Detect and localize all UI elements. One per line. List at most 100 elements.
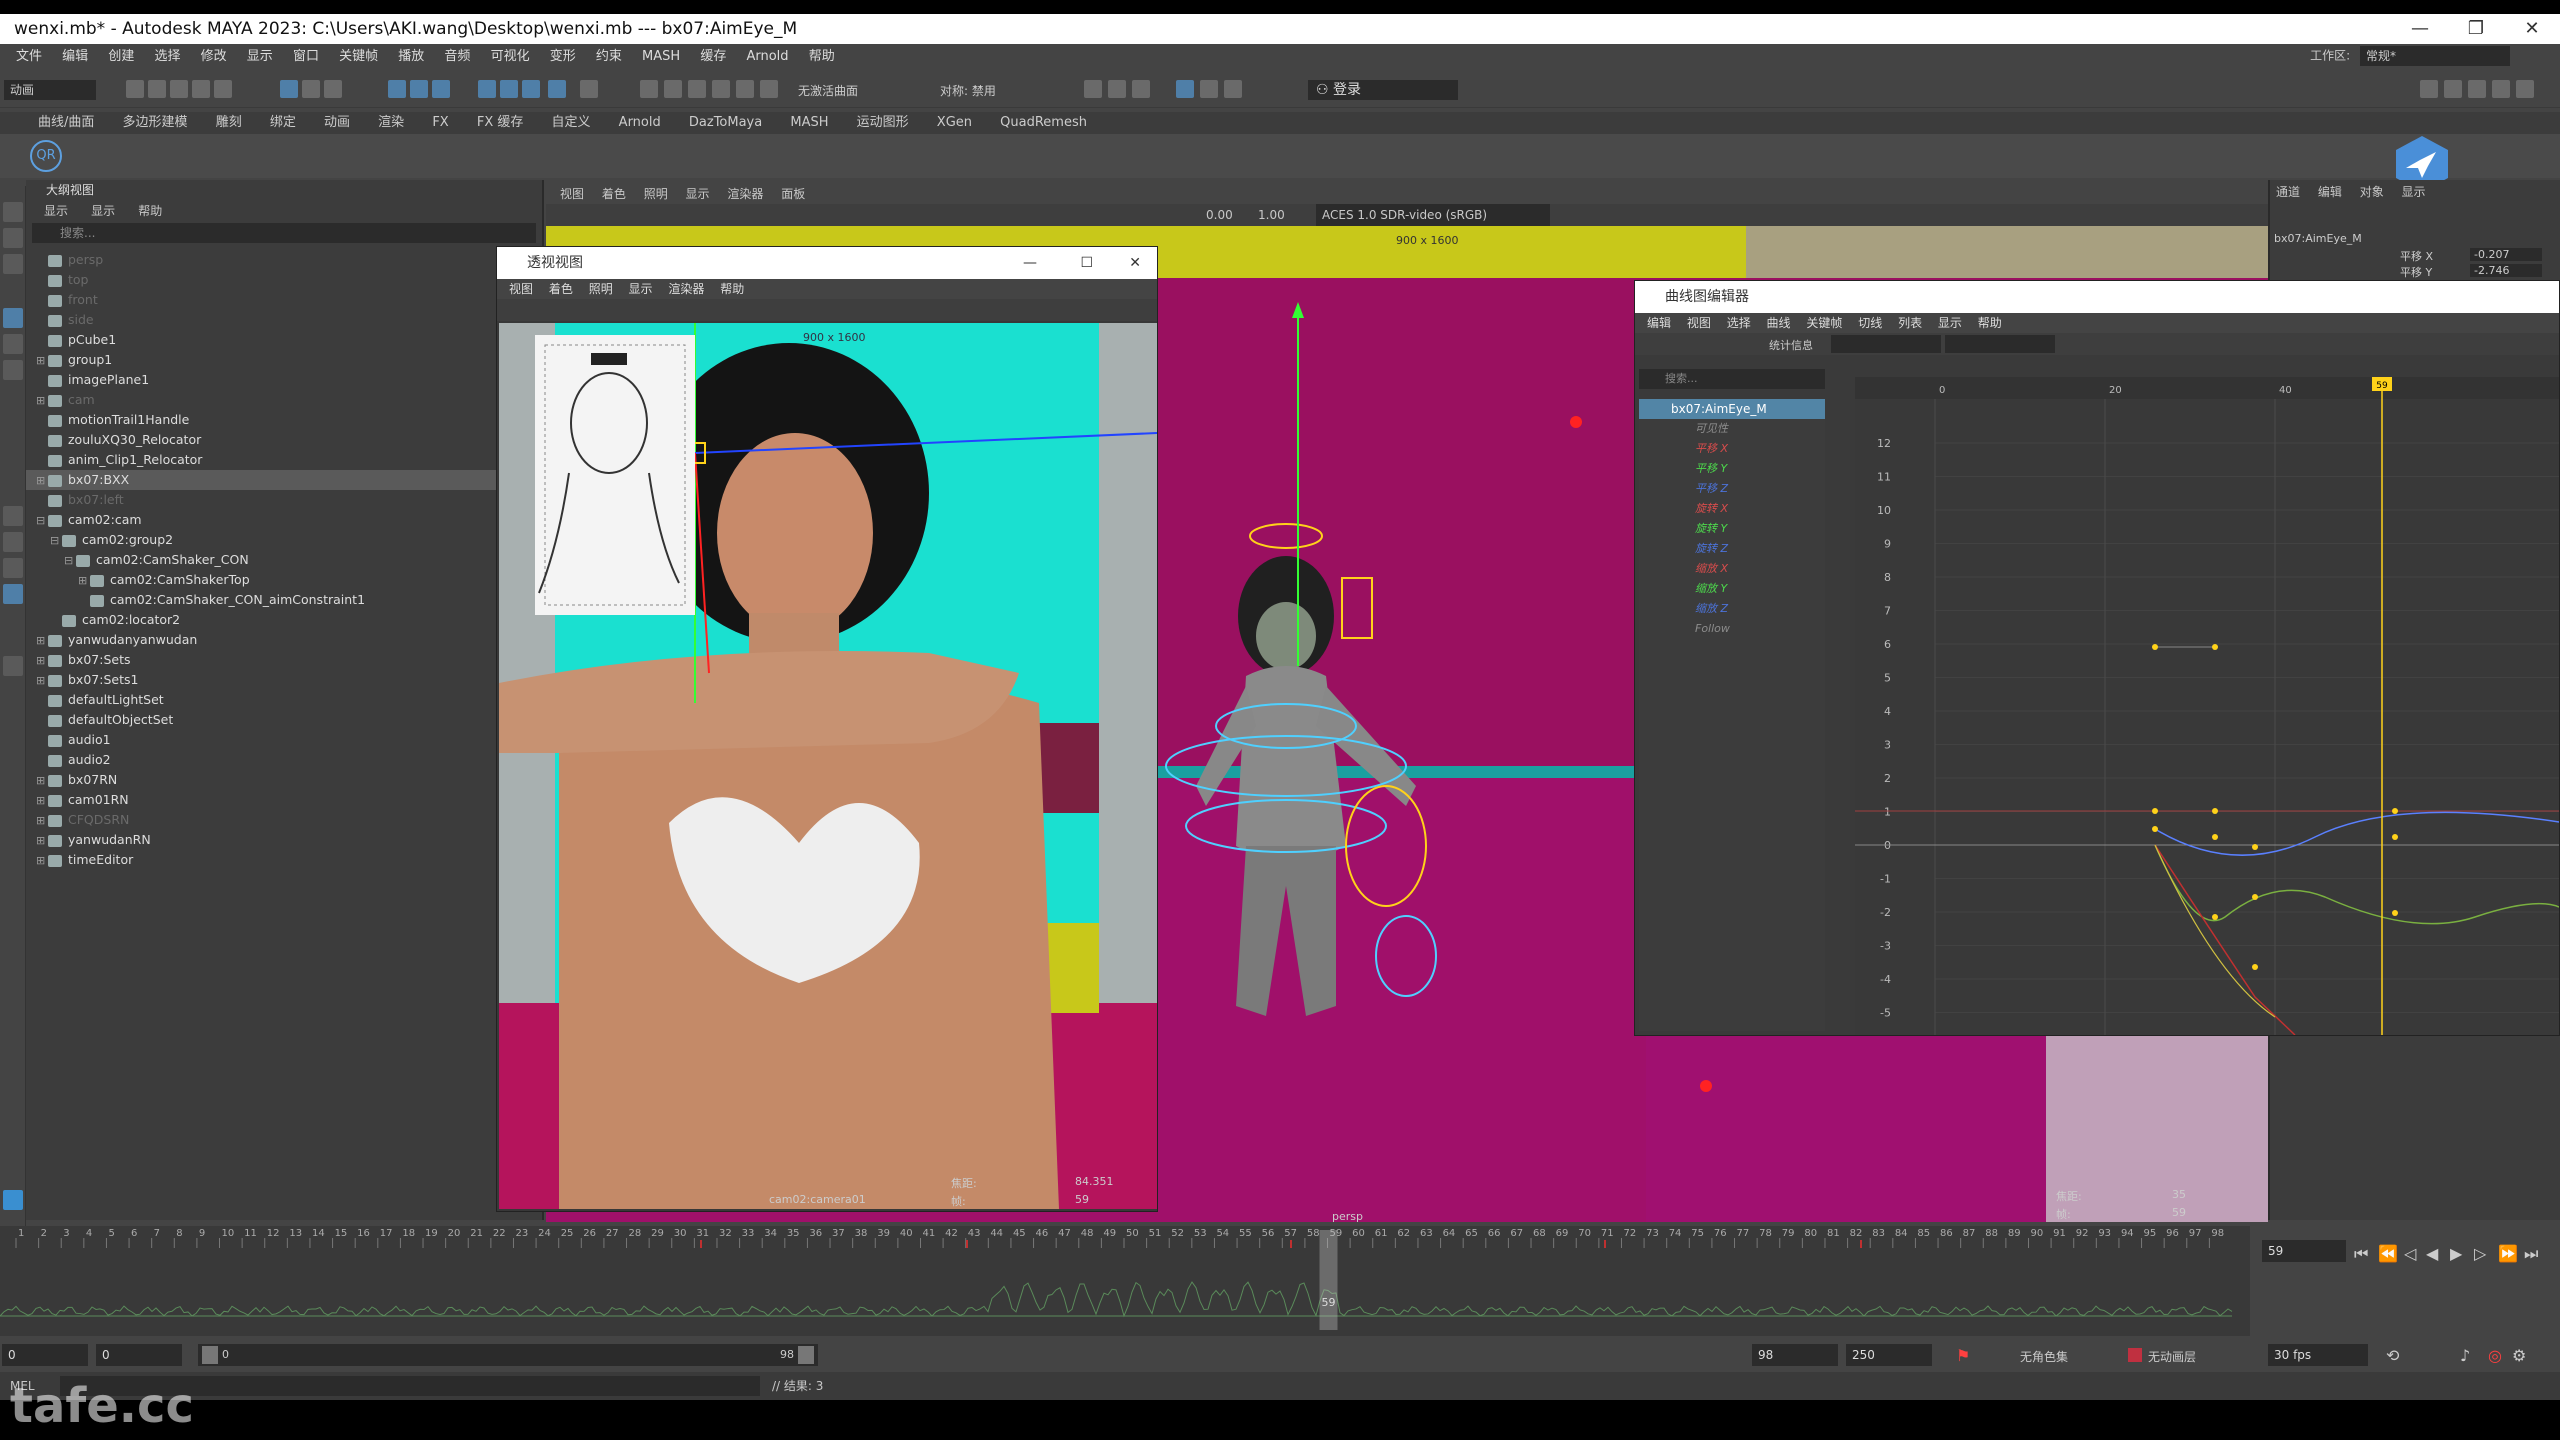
outliner-row[interactable]: ⊞ group1 [26, 350, 542, 370]
expand-icon[interactable]: ⊞ [36, 471, 48, 491]
persp-camera-view[interactable]: 900 x 1600 cam02:camera01 焦距: 84.351 帧: … [499, 323, 1157, 1209]
redo-icon[interactable] [214, 80, 232, 98]
outliner-row[interactable]: defaultLightSet [26, 690, 542, 710]
expand-icon[interactable]: ⊞ [36, 351, 48, 371]
search-tool-icon[interactable] [3, 656, 23, 676]
ge-channel-row[interactable]: 缩放 X [1639, 559, 1825, 579]
expand-icon[interactable]: ⊟ [50, 531, 62, 551]
persp-close-icon[interactable]: ✕ [1129, 247, 1141, 279]
ge-channel-row[interactable]: 平移 X [1639, 439, 1825, 459]
cb-attr-ty-value[interactable]: -2.746 [2470, 264, 2542, 277]
character-set-dropdown[interactable]: 无角色集 [2020, 1348, 2068, 1365]
play-back-icon[interactable]: ◀ [2426, 1244, 2438, 1263]
outliner-row[interactable]: ⊞ yanwudanyanwudan [26, 630, 542, 650]
outliner-menu-display[interactable]: 显示 [44, 202, 68, 219]
layout-four-icon[interactable] [3, 532, 23, 552]
select-tool-icon[interactable] [3, 202, 23, 222]
outliner-row[interactable]: ⊞ yanwudanRN [26, 830, 542, 850]
outliner-row[interactable]: front [26, 290, 542, 310]
outliner-row[interactable]: cam02:locator2 [26, 610, 542, 630]
shelf-tab-quadremesh[interactable]: QuadRemesh [988, 112, 1099, 134]
outliner-row[interactable]: ⊞ cam02:CamShakerTop [26, 570, 542, 590]
layout-two-icon[interactable] [3, 558, 23, 578]
outliner-row[interactable]: ⊞ bx07:Sets1 [26, 670, 542, 690]
shelf-tab-fx[interactable]: FX [420, 112, 460, 134]
pw-menu-show[interactable]: 显示 [629, 279, 653, 299]
expand-icon[interactable]: ⊞ [78, 571, 90, 591]
anim-prefs-icon[interactable]: ⚙ [2512, 1346, 2526, 1365]
menu-item-key[interactable]: 关键帧 [339, 44, 378, 70]
exposure-field[interactable]: 0.00 [1206, 204, 1233, 226]
vp-menu-panels[interactable]: 面板 [781, 184, 805, 204]
ge-channel-row[interactable]: 平移 Y [1639, 459, 1825, 479]
loop-icon[interactable]: ⟲ [2386, 1346, 2399, 1365]
outliner-row[interactable]: ⊟ cam02:CamShaker_CON [26, 550, 542, 570]
vp-menu-show[interactable]: 显示 [686, 184, 710, 204]
expand-icon[interactable]: ⊞ [36, 851, 48, 871]
play-forward-icon[interactable]: ▶ [2450, 1244, 2462, 1263]
menu-item-visualize[interactable]: 可视化 [491, 44, 530, 70]
expand-icon[interactable]: ⊟ [36, 511, 48, 531]
ge-menu-show[interactable]: 显示 [1938, 313, 1962, 333]
menu-item-modify[interactable]: 修改 [201, 44, 227, 70]
persp-minimize-icon[interactable]: — [1023, 247, 1037, 279]
outliner-menu-help[interactable]: 帮助 [138, 202, 162, 219]
outliner-row[interactable]: ⊞ bx07:BXX [26, 470, 542, 490]
outliner-row[interactable]: ⊟ cam02:cam [26, 510, 542, 530]
snap-surface-icon[interactable] [500, 80, 518, 98]
persp-window-titlebar[interactable]: 透视视图 — ☐ ✕ [497, 247, 1157, 279]
cache-icon[interactable]: ◎ [2488, 1346, 2502, 1365]
shelf-tab-fx-cache[interactable]: FX 缓存 [465, 112, 536, 134]
outliner-row[interactable]: imagePlane1 [26, 370, 542, 390]
cb-menu-channels[interactable]: 通道 [2276, 185, 2300, 199]
rotate-tool-icon[interactable] [3, 334, 23, 354]
anim-layer-dropdown[interactable]: 无动画层 [2148, 1348, 2196, 1365]
vp-menu-shading[interactable]: 着色 [602, 184, 626, 204]
snap-curve-icon[interactable] [410, 80, 428, 98]
outliner-menu-show[interactable]: 显示 [91, 202, 115, 219]
layout-icon-2[interactable] [2444, 80, 2462, 98]
cb-menu-object[interactable]: 对象 [2360, 185, 2384, 199]
layout-single-icon[interactable] [3, 506, 23, 526]
shelf-tab-arnold[interactable]: Arnold [607, 112, 673, 134]
ge-menu-curves[interactable]: 曲线 [1767, 313, 1791, 333]
ge-graph-view[interactable]: 1211109876543210-1-2-3-4-5-60204059 [1855, 377, 2559, 1035]
ge-menu-list[interactable]: 列表 [1898, 313, 1922, 333]
ge-channel-row[interactable]: 旋转 X [1639, 499, 1825, 519]
shelf-tab-sculpt[interactable]: 雕刻 [204, 112, 254, 134]
menu-item-edit[interactable]: 编辑 [62, 44, 88, 70]
layout-icon-4[interactable] [2492, 80, 2510, 98]
ge-search-input[interactable]: 搜索... [1639, 369, 1825, 389]
pw-menu-lighting[interactable]: 照明 [589, 279, 613, 299]
ge-menu-help[interactable]: 帮助 [1978, 313, 2002, 333]
render-sequence-icon[interactable] [1108, 80, 1126, 98]
ge-menu-tangents[interactable]: 切线 [1858, 313, 1882, 333]
lock-icon[interactable] [580, 80, 598, 98]
open-scene-icon[interactable] [148, 80, 166, 98]
expand-icon[interactable]: ⊞ [36, 791, 48, 811]
ge-stats-field-2[interactable] [1945, 335, 2055, 353]
ge-channel-row[interactable]: 可见性 [1639, 419, 1825, 439]
shelf-tab-mash[interactable]: MASH [778, 112, 840, 134]
outliner-row[interactable]: top [26, 270, 542, 290]
auto-key-icon[interactable]: ⚑ [1956, 1346, 1970, 1365]
outliner-search-input[interactable]: 搜索... [32, 223, 536, 243]
expand-icon[interactable]: ⊞ [36, 771, 48, 791]
undo-icon[interactable] [192, 80, 210, 98]
menu-item-windows[interactable]: 窗口 [293, 44, 319, 70]
menu-item-display[interactable]: 显示 [247, 44, 273, 70]
ge-stats-field-1[interactable] [1831, 335, 1941, 353]
snap-grid-icon[interactable] [388, 80, 406, 98]
ge-channel-row[interactable]: 平移 Z [1639, 479, 1825, 499]
cb-menu-edit[interactable]: 编辑 [2318, 185, 2342, 199]
menu-item-audio[interactable]: 音频 [444, 44, 470, 70]
menu-item-playback[interactable]: 播放 [398, 44, 424, 70]
outliner-row[interactable]: ⊞ timeEditor [26, 850, 542, 870]
select-hierarchy-icon[interactable] [280, 80, 298, 98]
step-back-key-icon[interactable]: ⏪ [2378, 1244, 2398, 1263]
render-view-icon[interactable] [736, 80, 754, 98]
ge-channel-row[interactable]: 缩放 Y [1639, 579, 1825, 599]
snap-point-icon[interactable] [432, 80, 450, 98]
menu-set-dropdown[interactable]: 动画 [4, 80, 96, 100]
shelf-tab-rendering[interactable]: 渲染 [366, 112, 416, 134]
